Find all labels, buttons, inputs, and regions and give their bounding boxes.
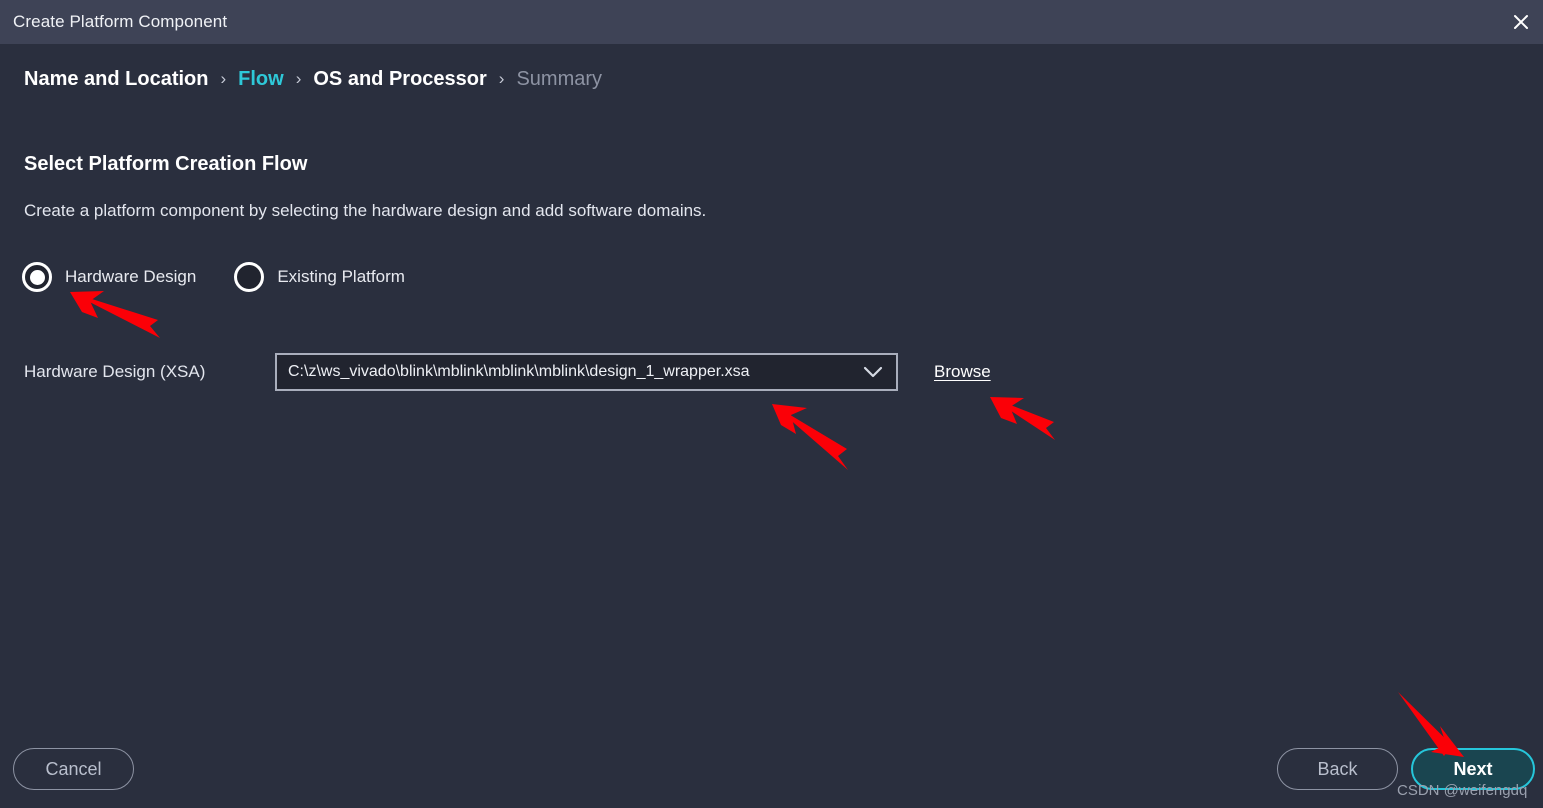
- breadcrumb-step-os-and-processor[interactable]: OS and Processor: [313, 68, 486, 91]
- breadcrumb: Name and Location › Flow › OS and Proces…: [24, 68, 602, 91]
- radio-label-existing-platform: Existing Platform: [277, 267, 405, 286]
- hardware-design-field-row: Hardware Design (XSA) C:\z\ws_vivado\bli…: [24, 353, 991, 391]
- close-button[interactable]: [1499, 0, 1543, 44]
- back-button[interactable]: Back: [1277, 748, 1398, 790]
- page-description: Create a platform component by selecting…: [24, 201, 707, 220]
- radio-option-existing-platform[interactable]: Existing Platform: [234, 262, 405, 292]
- hardware-design-label: Hardware Design (XSA): [24, 362, 206, 381]
- hardware-design-xsa-combobox[interactable]: C:\z\ws_vivado\blink\mblink\mblink\mblin…: [275, 353, 898, 391]
- chevron-down-icon[interactable]: [850, 366, 896, 379]
- close-icon: [1512, 13, 1530, 31]
- hardware-design-xsa-value: C:\z\ws_vivado\blink\mblink\mblink\mblin…: [288, 363, 750, 380]
- annotation-arrow-combobox: [772, 404, 848, 470]
- page-title: Select Platform Creation Flow: [24, 153, 308, 175]
- breadcrumb-separator: ›: [498, 69, 505, 88]
- window-title: Create Platform Component: [13, 12, 228, 31]
- radio-label-hardware-design: Hardware Design: [65, 267, 197, 286]
- browse-button[interactable]: Browse: [934, 362, 991, 382]
- breadcrumb-separator: ›: [220, 69, 227, 88]
- breadcrumb-step-flow[interactable]: Flow: [238, 68, 284, 91]
- annotation-arrow-browse: [990, 397, 1055, 440]
- window-titlebar: Create Platform Component: [0, 0, 1543, 44]
- breadcrumb-separator: ›: [295, 69, 302, 88]
- radio-button-icon: [234, 262, 265, 292]
- annotation-arrow-radio: [70, 291, 160, 338]
- annotation-overlay: [70, 291, 1464, 757]
- watermark-text: CSDN @weifengdq: [1397, 782, 1528, 799]
- radio-option-hardware-design[interactable]: Hardware Design: [22, 262, 196, 292]
- breadcrumb-step-name-and-location[interactable]: Name and Location: [24, 68, 208, 91]
- breadcrumb-step-summary: Summary: [516, 68, 603, 90]
- flow-radio-group: Hardware Design Existing Platform: [22, 262, 405, 292]
- radio-button-icon: [22, 262, 52, 292]
- cancel-button[interactable]: Cancel: [13, 748, 134, 790]
